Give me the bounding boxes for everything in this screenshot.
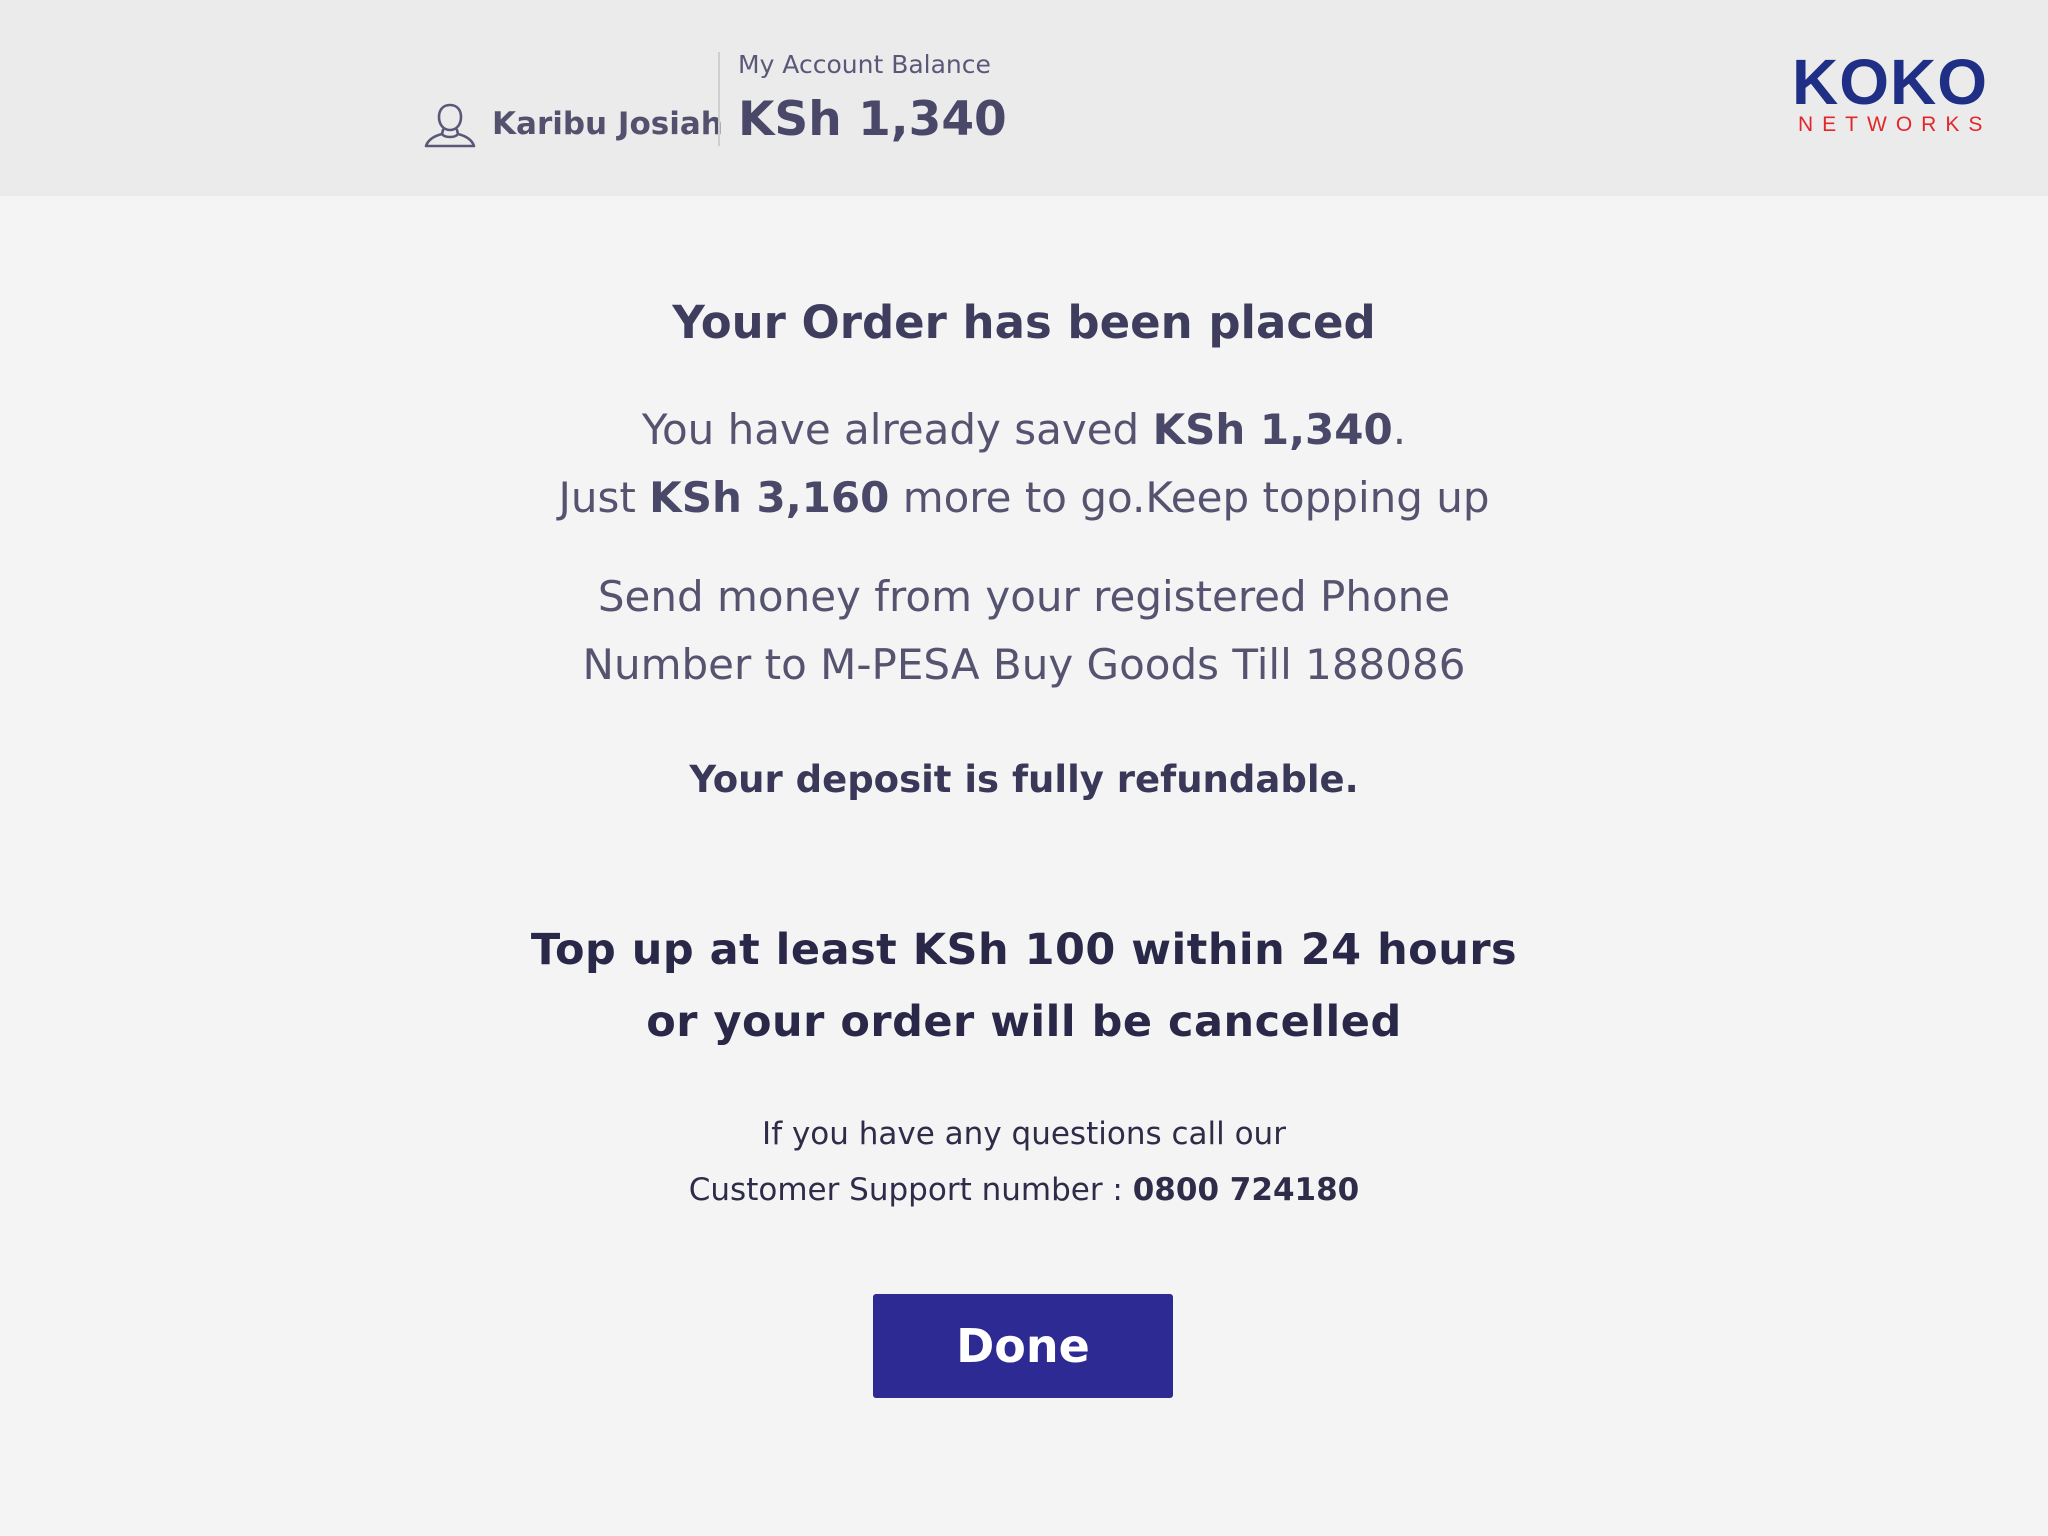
- topup-warning: Top up at least KSh 100 within 24 hours …: [424, 914, 1624, 1058]
- topup-warning-line2: or your order will be cancelled: [646, 997, 1402, 1047]
- payment-instructions-line1: Send money from your registered Phone: [597, 572, 1451, 621]
- balance-value: KSh 1,340: [738, 92, 1007, 147]
- header-divider: [718, 52, 720, 146]
- remaining-line: Just KSh 3,160 more to go.Keep topping u…: [424, 464, 1624, 532]
- page-title: Your Order has been placed: [672, 296, 1376, 349]
- support-line1: If you have any questions call our: [762, 1116, 1286, 1152]
- support-phone-number: 0800 724180: [1132, 1172, 1360, 1208]
- saved-amount: KSh 1,340: [1152, 405, 1393, 454]
- refund-note: Your deposit is fully refundable.: [689, 758, 1359, 801]
- done-button[interactable]: Done: [873, 1294, 1173, 1398]
- savings-summary: You have already saved KSh 1,340. Just K…: [424, 396, 1624, 532]
- support-prefix: Customer Support number :: [688, 1172, 1133, 1208]
- payment-instructions: Send money from your registered Phone Nu…: [524, 563, 1524, 699]
- koko-networks-logo: KOKO NETWORKS: [1790, 50, 1990, 136]
- user-greeting: Karibu Josiah: [424, 100, 723, 148]
- remaining-prefix: Just: [558, 473, 650, 522]
- topup-warning-line1: Top up at least KSh 100 within 24 hours: [530, 925, 1518, 975]
- remaining-suffix: more to go.Keep topping up: [889, 473, 1490, 522]
- user-icon: [424, 100, 476, 148]
- remaining-amount: KSh 3,160: [649, 473, 890, 522]
- user-name: Karibu Josiah: [492, 106, 723, 142]
- saved-line: You have already saved KSh 1,340.: [424, 396, 1624, 464]
- saved-prefix: You have already saved: [641, 405, 1153, 454]
- header-bar: Karibu Josiah My Account Balance KSh 1,3…: [0, 0, 2048, 196]
- balance-label: My Account Balance: [738, 50, 991, 79]
- logo-subtitle: NETWORKS: [1798, 113, 1992, 136]
- payment-instructions-line2: Number to M-PESA Buy Goods Till 188086: [582, 640, 1466, 689]
- support-line2: Customer Support number : 0800 724180: [424, 1162, 1624, 1218]
- logo-wordmark: KOKO: [1792, 46, 1988, 118]
- saved-suffix: .: [1392, 405, 1407, 454]
- support-info: If you have any questions call our Custo…: [424, 1106, 1624, 1218]
